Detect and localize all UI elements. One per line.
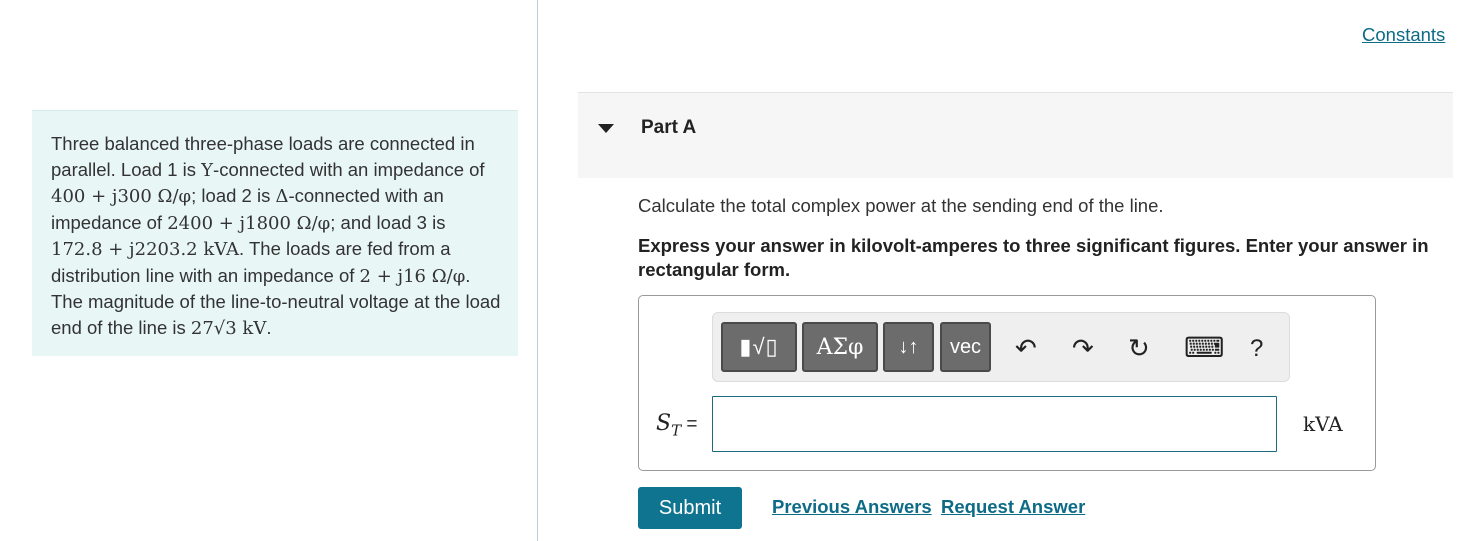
problem-text: .	[266, 316, 272, 338]
question-text: Calculate the total complex power at the…	[638, 195, 1164, 216]
vector-button[interactable]: vec	[940, 322, 991, 372]
part-title: Part A	[641, 117, 697, 138]
panel-divider	[537, 0, 538, 541]
greek-label: ΑΣφ	[816, 334, 864, 360]
math-expression: 2 + j16 Ω/φ	[359, 265, 466, 287]
unit-label: kVA	[1303, 412, 1343, 436]
previous-answers-link[interactable]: Previous Answers	[772, 496, 932, 518]
help-icon[interactable]: ?	[1250, 335, 1263, 363]
arrows-button[interactable]: ↓↑	[883, 322, 934, 372]
variable-symbol: S	[656, 411, 672, 436]
undo-icon[interactable]: ↶	[1015, 333, 1037, 364]
part-header[interactable]	[578, 92, 1453, 178]
math-toolbar: ▮√▯ ΑΣφ ↓↑ vec ↶ ↷ ↻ ⌨ ?	[712, 312, 1290, 382]
problem-text: ; load 2 is	[191, 185, 276, 206]
math-expression: Y	[201, 159, 214, 181]
templates-button[interactable]: ▮√▯	[721, 322, 797, 372]
templates-icon: ▮√▯	[739, 334, 779, 359]
request-answer-link[interactable]: Request Answer	[941, 496, 1085, 518]
math-expression: 400 + j300 Ω/φ	[51, 186, 192, 207]
keyboard-icon[interactable]: ⌨	[1184, 331, 1224, 364]
math-expression: Δ	[275, 186, 289, 207]
submit-button[interactable]: Submit	[638, 487, 742, 529]
constants-link[interactable]: Constants	[1362, 24, 1445, 46]
arrows-icon: ↓↑	[898, 335, 919, 358]
problem-text: ; and load 3 is	[330, 211, 446, 233]
math-expression: 2400 + j1800 Ω/φ	[167, 212, 331, 234]
reset-icon[interactable]: ↻	[1128, 333, 1150, 364]
answer-variable-label: ST =	[656, 410, 697, 439]
redo-icon[interactable]: ↷	[1072, 333, 1094, 364]
equals-sign: =	[681, 414, 698, 435]
math-expression: 27√3 kV	[190, 317, 267, 339]
answer-instructions: Express your answer in kilovolt-amperes …	[638, 235, 1429, 280]
math-expression: 172.8 + j2203.2 kVA	[51, 239, 240, 260]
caret-down-icon[interactable]	[598, 124, 614, 133]
problem-text: -connected with an impedance of	[213, 158, 485, 180]
problem-statement: Three balanced three-phase loads are con…	[32, 110, 518, 356]
answer-input[interactable]	[712, 396, 1277, 452]
greek-symbols-button[interactable]: ΑΣφ	[802, 322, 878, 372]
vec-label: vec	[949, 335, 982, 358]
variable-subscript: T	[671, 421, 682, 440]
